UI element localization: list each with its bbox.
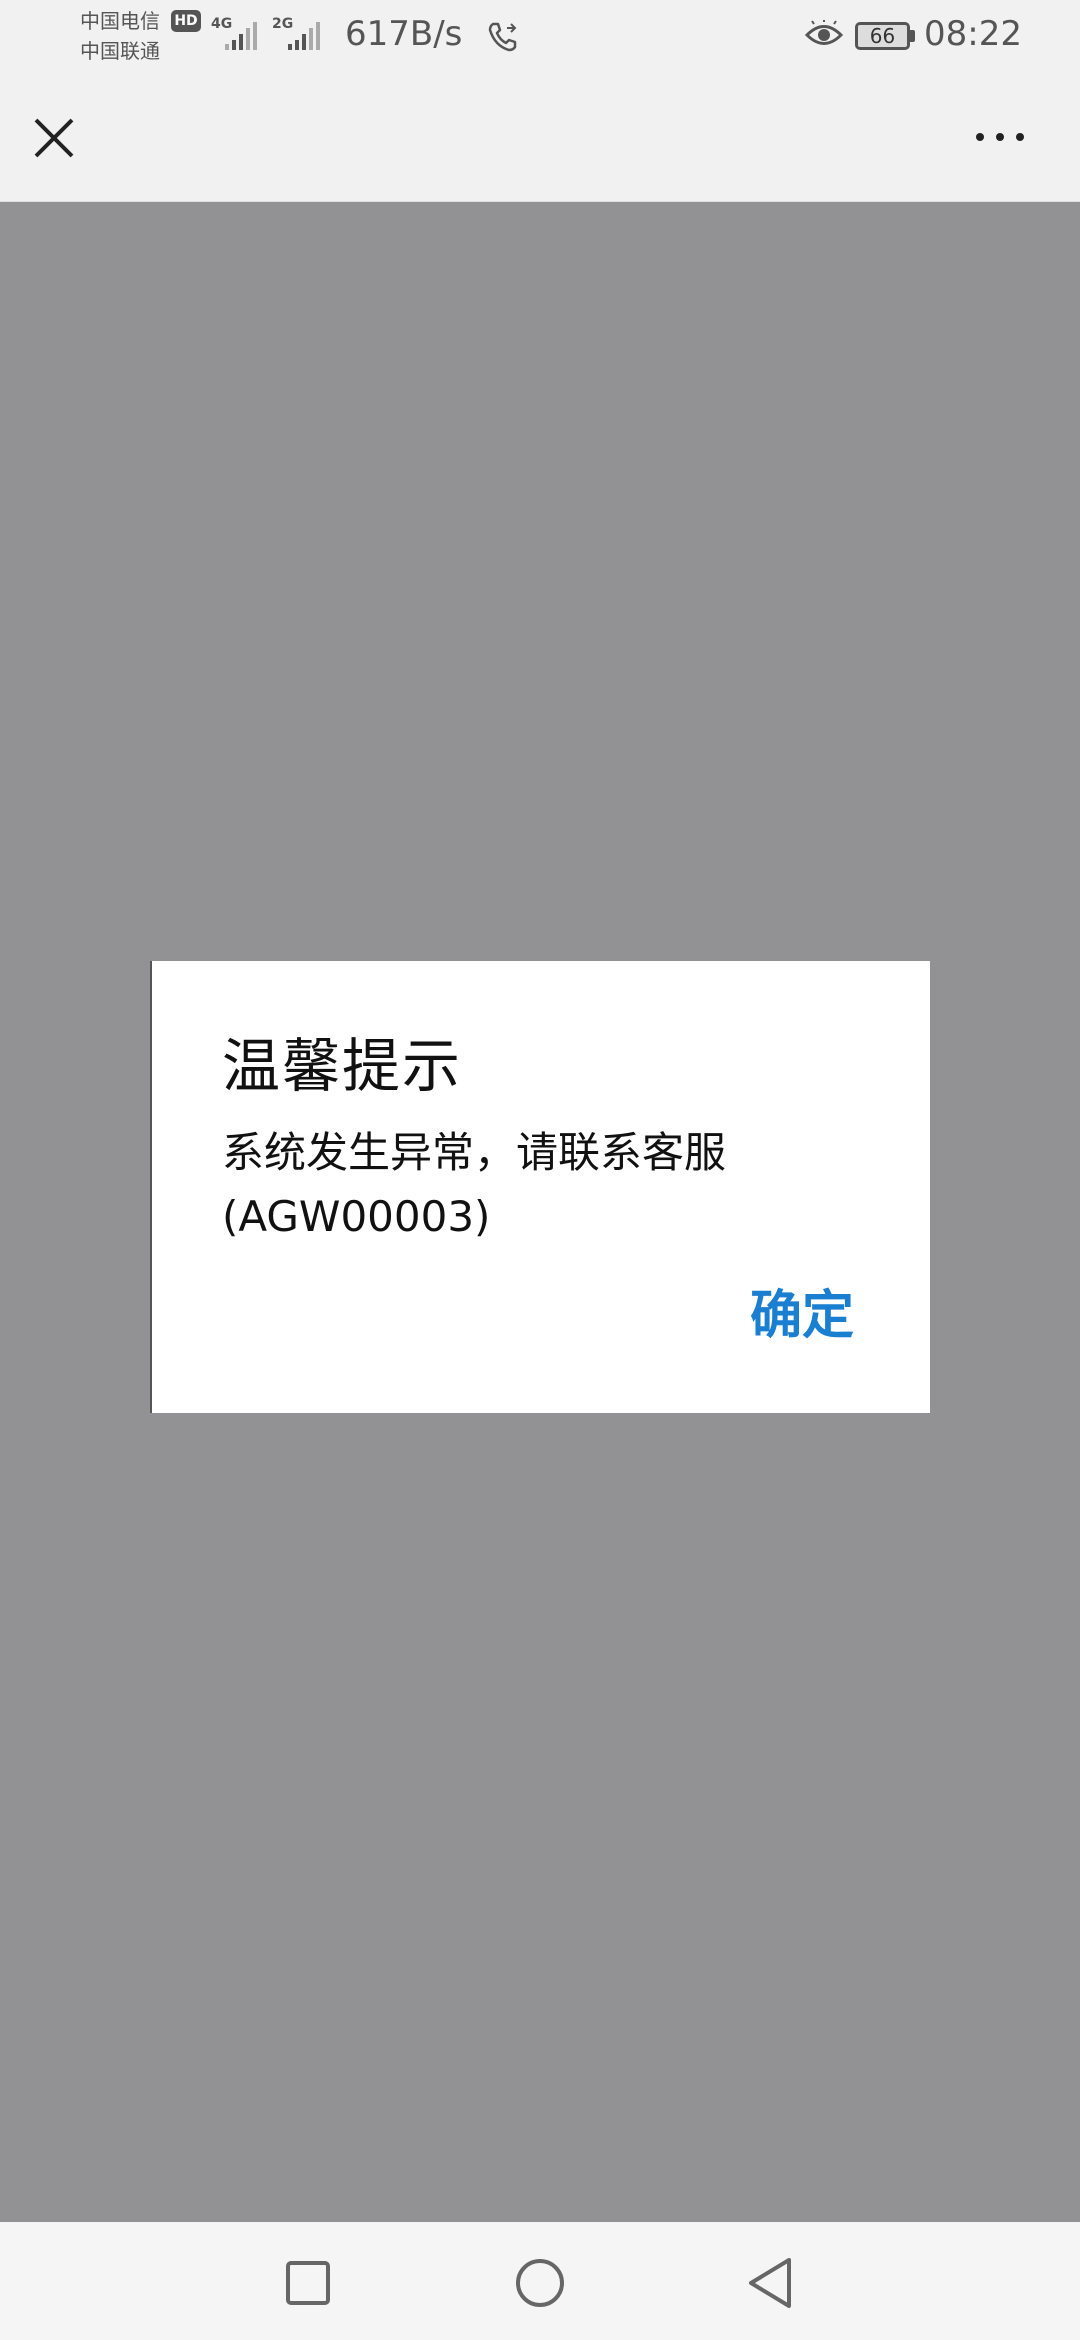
clock: 08:22 bbox=[924, 14, 1022, 54]
back-icon[interactable] bbox=[745, 2256, 795, 2310]
more-icon[interactable] bbox=[970, 122, 1030, 152]
phone-call-icon bbox=[488, 22, 517, 52]
battery-tip bbox=[910, 30, 915, 42]
status-bar: 中国电信 中国联通 HD 4G 2G 617B/s 66 08:22 bbox=[0, 0, 1080, 72]
dialog-message: 系统发生异常，请联系客服 (AGW00003) bbox=[222, 1121, 862, 1249]
signal-icon bbox=[213, 20, 257, 50]
network-speed: 617B/s bbox=[345, 14, 463, 54]
home-icon[interactable] bbox=[515, 2258, 565, 2308]
eye-icon bbox=[804, 20, 844, 45]
signal-icon-2 bbox=[276, 20, 320, 50]
dialog-title: 温馨提示 bbox=[222, 1032, 463, 1100]
dialog-message-line-2: (AGW00003) bbox=[222, 1192, 491, 1241]
hd-badge: HD bbox=[171, 10, 201, 32]
dialog-message-line-1: 系统发生异常，请联系客服 bbox=[222, 1128, 727, 1177]
confirm-button[interactable]: 确定 bbox=[750, 1273, 854, 1348]
carrier-1: 中国电信 bbox=[80, 9, 160, 33]
carrier-labels: 中国电信 中国联通 bbox=[80, 6, 160, 66]
alert-dialog: 温馨提示 系统发生异常，请联系客服 (AGW00003) 确定 bbox=[150, 961, 930, 1413]
top-nav-bar bbox=[0, 72, 1080, 202]
system-nav-bar bbox=[0, 2222, 1080, 2340]
carrier-2: 中国联通 bbox=[80, 39, 160, 63]
close-icon[interactable] bbox=[28, 112, 80, 164]
recent-apps-icon[interactable] bbox=[285, 2260, 331, 2306]
battery-icon: 66 bbox=[855, 22, 910, 50]
